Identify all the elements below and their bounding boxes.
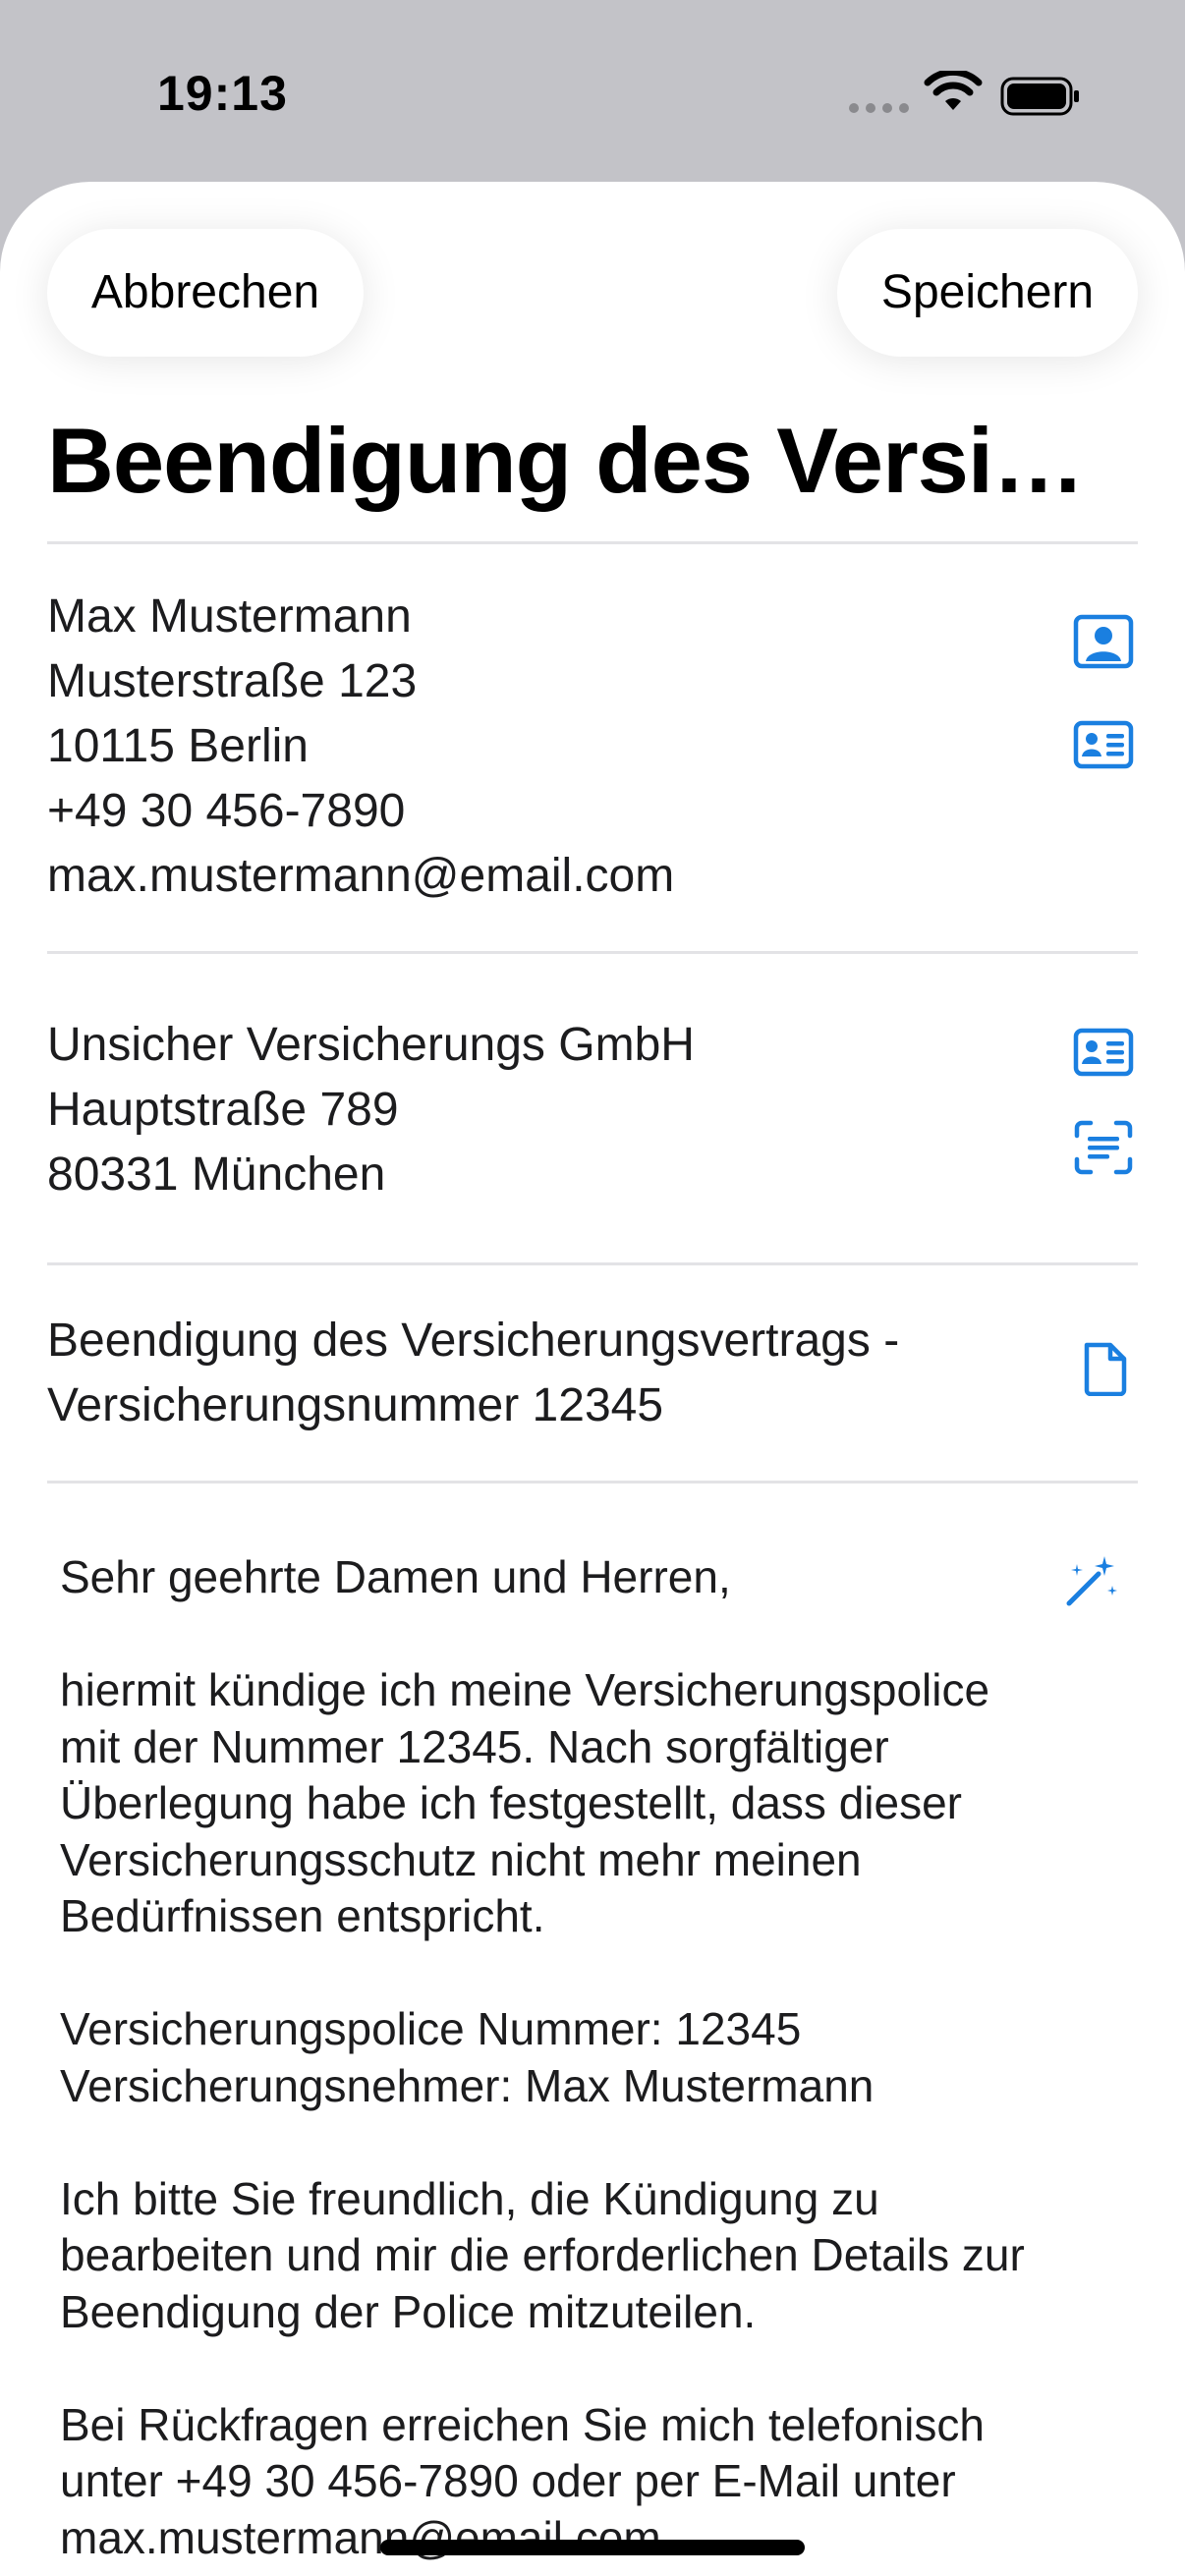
contact-card-icon[interactable] [1073, 1025, 1134, 1080]
status-bar: 19:13 [0, 0, 1185, 182]
divider [47, 541, 1138, 544]
save-button[interactable]: Speichern [837, 229, 1138, 357]
letter-greeting: Sehr geehrte Damen und Herren, [60, 1551, 731, 1602]
sender-city: 10115 Berlin [47, 720, 309, 772]
status-time: 19:13 [157, 66, 288, 121]
home-indicator [380, 2540, 805, 2555]
recipient-address[interactable]: Unsicher Versicherungs GmbH Hauptstraße … [47, 1013, 1010, 1207]
subject-line[interactable]: Beendigung des Versicherungsvertrags - V… [47, 1309, 1010, 1438]
sender-email: max.mustermann@email.com [47, 850, 675, 902]
recipient-city: 80331 München [47, 1148, 386, 1201]
battery-icon [1000, 77, 1079, 116]
recipient-street: Hauptstraße 789 [47, 1084, 399, 1136]
cellular-dots-icon [849, 103, 909, 113]
sender-phone: +49 30 456-7890 [47, 785, 406, 837]
letter-editor-sheet: Abbrechen Speichern Beendigung des Versi… [0, 182, 1185, 2576]
subject-line-1: Beendigung des Versicherungsvertrags - [47, 1315, 900, 1367]
sender-street: Musterstraße 123 [47, 655, 418, 707]
contact-card-icon[interactable] [1073, 717, 1134, 772]
divider [47, 1481, 1138, 1484]
letter-paragraph: hiermit kündige ich meine Versicherungsp… [60, 1664, 990, 1941]
subject-line-2: Versicherungsnummer 12345 [47, 1379, 664, 1431]
sender-name: Max Mustermann [47, 590, 412, 643]
page-title: Beendigung des Versi… [47, 409, 1085, 512]
wifi-icon [924, 71, 983, 110]
person-square-icon[interactable] [1073, 614, 1134, 669]
sender-address[interactable]: Max Mustermann Musterstraße 123 10115 Be… [47, 585, 1010, 909]
divider [47, 951, 1138, 954]
text-scan-icon[interactable] [1073, 1120, 1134, 1175]
letter-paragraph: Ich bitte Sie freundlich, die Kündigung … [60, 2172, 1025, 2337]
divider [47, 1262, 1138, 1265]
document-icon[interactable] [1075, 1341, 1136, 1396]
letter-body-text[interactable]: Sehr geehrte Damen und Herren, hiermit k… [60, 1549, 1092, 2576]
letter-paragraph: Versicherungspolice Nummer: 12345 Versic… [60, 2003, 875, 2111]
recipient-company: Unsicher Versicherungs GmbH [47, 1019, 695, 1071]
cancel-button[interactable]: Abbrechen [47, 229, 364, 357]
